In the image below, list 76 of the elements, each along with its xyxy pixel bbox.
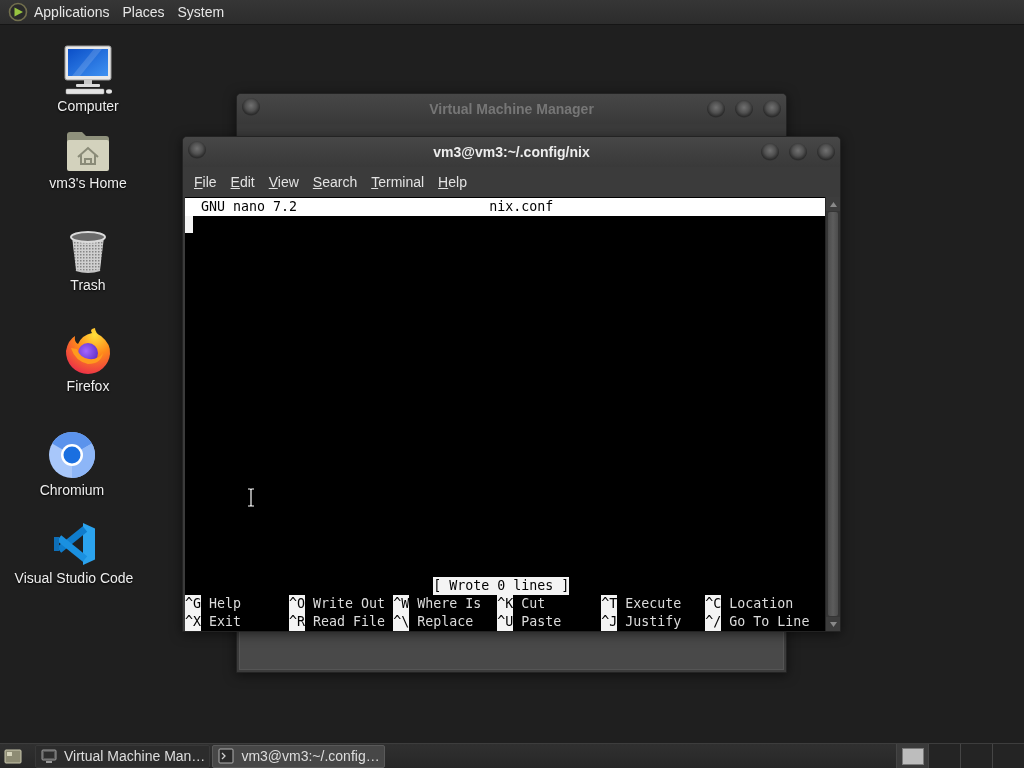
ring-orb-icon[interactable] (48, 431, 96, 479)
shortcut-key: ^\ (393, 613, 410, 631)
shortcut-key: ^O (289, 595, 306, 613)
shortcut-key: ^/ (705, 613, 722, 631)
shortcut-label: Justify (625, 613, 682, 631)
desktop-icon (4, 747, 22, 765)
menu-item[interactable]: Search (305, 171, 365, 193)
shortcut-label: Help (209, 595, 242, 613)
status-message: [ Wrote 0 lines ] (433, 577, 570, 595)
shortcut-label: Replace (417, 613, 474, 631)
home-folder-icon[interactable] (65, 130, 111, 172)
minimize-button[interactable] (707, 100, 725, 118)
menu-item[interactable]: File (187, 171, 224, 193)
panel-menu[interactable]: Applications (28, 2, 117, 22)
shortcut-label: Read File (313, 613, 386, 631)
ibeam-pointer-icon (247, 488, 255, 507)
menu-item[interactable]: Terminal (364, 171, 432, 193)
shortcut-key: ^R (289, 613, 306, 631)
taskbar-button[interactable]: vm3@vm3:~/.config… (212, 744, 385, 768)
icon-label[interactable]: Chromium (37, 482, 107, 499)
terminal-screen[interactable]: GNU nano 7.2 nix.conf [ Wrote 0 lines ] ^G Help ^O Write Out ^W Where Is ^K Cut ^T Execute ^C Location ^X Exit ^R Read File ^\ Replace ^U Paste ^J Justify ^/ Go To Line (185, 197, 825, 631)
shortcut-key: ^W (393, 595, 410, 613)
panel-menu[interactable]: System (171, 2, 232, 22)
scrollbar-thumb[interactable] (828, 212, 838, 616)
close-button[interactable] (763, 100, 781, 118)
shortcut-label: Write Out (313, 595, 386, 613)
shortcut-label: Cut (521, 595, 546, 613)
title-bar[interactable]: vm3@vm3:~/.config/nix (183, 137, 840, 167)
cursor-block (185, 216, 193, 233)
shortcut-label: Go To Line (729, 613, 810, 631)
scroll-up-button[interactable] (826, 197, 840, 211)
panel-menu[interactable]: Places (116, 2, 172, 22)
shortcut-key: ^T (601, 595, 618, 613)
close-button[interactable] (817, 143, 835, 161)
up-arrow-icon (829, 201, 837, 207)
workspace-button[interactable] (896, 744, 928, 768)
window-thumbnail-icon (901, 747, 924, 765)
terminal-icon (218, 748, 235, 764)
flame-globe-icon[interactable] (64, 327, 112, 375)
icon-label[interactable]: vm3's Home (47, 175, 129, 192)
icon-label[interactable]: Computer (55, 98, 121, 115)
shortcut-label: Exit (209, 613, 242, 631)
menu-item[interactable]: Help (431, 171, 474, 193)
monitor-icon (41, 748, 57, 764)
shortcut-key: ^X (185, 613, 201, 631)
shortcut-key: ^G (185, 595, 201, 613)
icon-label[interactable]: Trash (68, 277, 108, 294)
down-arrow-icon (829, 621, 837, 627)
maximize-button[interactable] (789, 143, 807, 161)
shortcut-label: Where Is (417, 595, 482, 613)
shortcut-label: Location (729, 595, 794, 613)
window-menu-button[interactable] (242, 98, 260, 116)
shortcut-key: ^C (705, 595, 722, 613)
scroll-down-button[interactable] (826, 617, 840, 631)
window-menu-button[interactable] (188, 141, 206, 159)
icon-label[interactable]: Firefox (64, 378, 112, 395)
maximize-button[interactable] (735, 100, 753, 118)
icon-label[interactable]: Visual Studio Code (12, 570, 136, 587)
trash-icon[interactable] (68, 230, 108, 274)
folded-ribbon-icon[interactable] (51, 521, 97, 567)
distro-logo-icon[interactable] (8, 2, 28, 22)
scrollbar[interactable] (825, 197, 840, 631)
window-title: vm3@vm3:~/.config/nix (432, 144, 591, 160)
menu-item[interactable]: View (261, 171, 306, 193)
taskbar-button[interactable]: Virtual Machine Man… (35, 744, 211, 768)
window-title: Virtual Machine Manager (428, 101, 595, 117)
shortcut-label: Paste (521, 613, 562, 631)
minimize-button[interactable] (761, 143, 779, 161)
shortcut-key: ^U (497, 613, 514, 631)
shortcut-label: Execute (625, 595, 682, 613)
file-name: nix.conf (489, 198, 555, 216)
shortcut-key: ^K (497, 595, 514, 613)
program-version: GNU nano 7.2 (201, 198, 299, 216)
computer-icon[interactable] (62, 45, 114, 95)
menu-item[interactable]: Edit (223, 171, 262, 193)
shortcut-key: ^J (601, 613, 618, 631)
